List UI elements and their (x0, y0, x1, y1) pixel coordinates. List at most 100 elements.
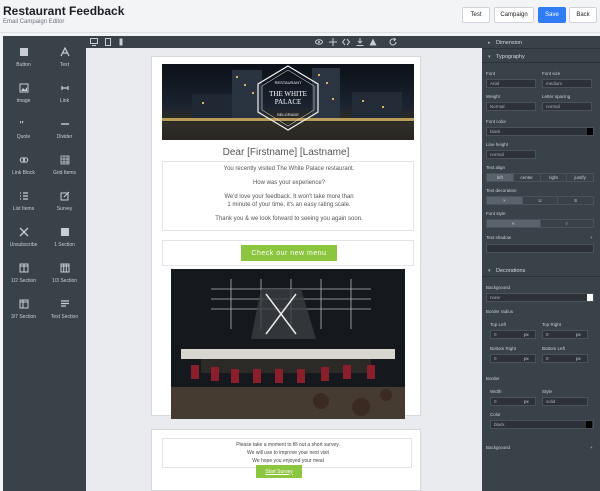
decoration-none-option[interactable]: × (487, 197, 523, 204)
quote-icon: ” (18, 118, 30, 130)
block-label: Divider (56, 134, 73, 140)
hero-image[interactable]: RESTAURANT The White Palace BELGRADE (162, 64, 414, 140)
unit-label: px (524, 356, 529, 361)
block-link[interactable]: Link (44, 76, 85, 112)
background-swatch[interactable] (587, 294, 593, 301)
section-dimension[interactable]: ▸ Dimension (482, 38, 600, 49)
save-button[interactable]: Save (538, 7, 566, 23)
warning-icon[interactable] (369, 38, 377, 46)
mobile-view-icon[interactable] (117, 38, 125, 46)
align-center-option[interactable]: center (514, 174, 541, 181)
block-label: Button (16, 62, 31, 68)
message-line: How was your experience? (252, 180, 326, 186)
text-align-group: left center right justify (486, 173, 594, 182)
font-color-swatch[interactable] (587, 128, 593, 135)
top-right-input[interactable]: 0 (542, 330, 588, 339)
bottom-left-input[interactable]: 0 (542, 354, 588, 363)
block-label: Grid Items (52, 170, 77, 176)
add-shadow-icon[interactable]: + (590, 235, 593, 240)
style-normal-option[interactable]: A (487, 220, 541, 227)
move-icon[interactable] (329, 38, 337, 46)
divider-icon (59, 118, 71, 130)
border-color-swatch[interactable] (586, 421, 592, 428)
block-image[interactable]: Image (3, 76, 44, 112)
block-label: Image (16, 98, 31, 104)
text-decoration-label: Text decoration (486, 188, 517, 193)
section-decorations[interactable]: ▾ Decorations (482, 266, 600, 277)
border-width-input[interactable]: 0 (490, 397, 536, 406)
unsubscribe-icon (18, 226, 30, 238)
block-one-section[interactable]: 1 Section (44, 220, 85, 256)
block-survey[interactable]: Survey (44, 184, 85, 220)
block-label: 1/3 Section (51, 278, 78, 284)
block-divider[interactable]: Divider (44, 112, 85, 148)
block-grid-items[interactable]: Grid Items (44, 148, 85, 184)
weight-select[interactable]: Normal (486, 102, 536, 111)
align-left-option[interactable]: left (487, 174, 514, 181)
restaurant-photo[interactable] (171, 269, 405, 419)
editor-canvas: RESTAURANT The White Palace BELGRADE Dea… (86, 48, 482, 491)
tablet-view-icon[interactable] (104, 38, 112, 46)
back-button[interactable]: Back (569, 7, 597, 23)
border-style-select[interactable]: solid (542, 397, 588, 406)
preview-eye-icon[interactable] (315, 38, 323, 46)
chevron-down-icon: ▾ (488, 54, 491, 60)
font-size-input[interactable]: medium (542, 79, 592, 88)
desktop-view-icon[interactable] (90, 38, 98, 46)
section-title: Decorations (496, 268, 526, 274)
block-text-section[interactable]: Text Section (44, 292, 85, 328)
background-input[interactable]: none (486, 293, 594, 302)
top-right-label: Top Right (542, 322, 562, 327)
style-italic-option[interactable]: I (541, 220, 594, 227)
download-icon[interactable] (356, 38, 364, 46)
block-button[interactable]: Button (3, 40, 44, 76)
refresh-icon[interactable] (389, 38, 397, 46)
hero-brand: The White Palace (269, 90, 307, 106)
third-section-icon (59, 262, 71, 274)
code-icon[interactable] (342, 38, 350, 46)
bottom-right-label: Bottom Right (490, 346, 517, 351)
font-select[interactable]: Arial (486, 79, 536, 88)
check-menu-button[interactable]: Check our new menu (241, 245, 337, 261)
line-height-input[interactable]: normal (486, 150, 536, 159)
decoration-underline-option[interactable]: U (523, 197, 559, 204)
block-three-seven-section[interactable]: 3/7 Section (3, 292, 44, 328)
greeting-heading[interactable]: Dear [Firstname] [Lastname] (152, 147, 420, 158)
message-text-block[interactable]: You recently visited The White Palace re… (162, 161, 414, 231)
start-survey-button[interactable]: Start Survey (256, 465, 302, 478)
half-section-icon (18, 262, 30, 274)
block-label: Unsubscribe (9, 242, 38, 248)
block-third-section[interactable]: 1/3 Section (44, 256, 85, 292)
list-items-icon (18, 190, 30, 202)
block-text[interactable]: Text (44, 40, 85, 76)
campaign-button[interactable]: Campaign (494, 7, 534, 23)
font-color-input[interactable]: black (486, 127, 594, 136)
add-background-icon[interactable]: + (590, 445, 593, 450)
survey-line: We will use to improve your next visit (247, 450, 329, 456)
block-list-items[interactable]: List Items (3, 184, 44, 220)
top-left-input[interactable]: 0 (490, 330, 536, 339)
block-half-section[interactable]: 1/2 Section (3, 256, 44, 292)
text-align-label: Text align (486, 165, 506, 170)
decoration-strike-option[interactable]: S (558, 197, 593, 204)
block-label: Text (59, 62, 70, 68)
text-section-icon (59, 298, 71, 310)
align-right-option[interactable]: right (541, 174, 568, 181)
app-header: Restaurant Feedback Email Campaign Edito… (0, 0, 600, 33)
letter-spacing-input[interactable]: normal (542, 102, 592, 111)
block-unsubscribe[interactable]: Unsubscribe (3, 220, 44, 256)
section-typography[interactable]: ▾ Typography (482, 52, 600, 63)
text-shadow-input[interactable] (486, 244, 594, 253)
survey-text-block[interactable]: Please take a moment to fill out a short… (162, 438, 412, 468)
email-body: RESTAURANT The White Palace BELGRADE Dea… (151, 56, 421, 419)
block-quote[interactable]: ” Quote (3, 112, 44, 148)
image-icon (18, 82, 30, 94)
test-button[interactable]: Test (462, 7, 490, 23)
survey-line: We hope you enjoyed your meal (252, 458, 324, 464)
block-label: Link Block (12, 170, 35, 176)
message-line: We'd love your feedback. It won't take m… (224, 194, 354, 200)
align-justify-option[interactable]: justify (567, 174, 593, 181)
bottom-right-input[interactable]: 0 (490, 354, 536, 363)
border-color-input[interactable]: black (490, 420, 594, 429)
block-link-block[interactable]: Link Block (3, 148, 44, 184)
